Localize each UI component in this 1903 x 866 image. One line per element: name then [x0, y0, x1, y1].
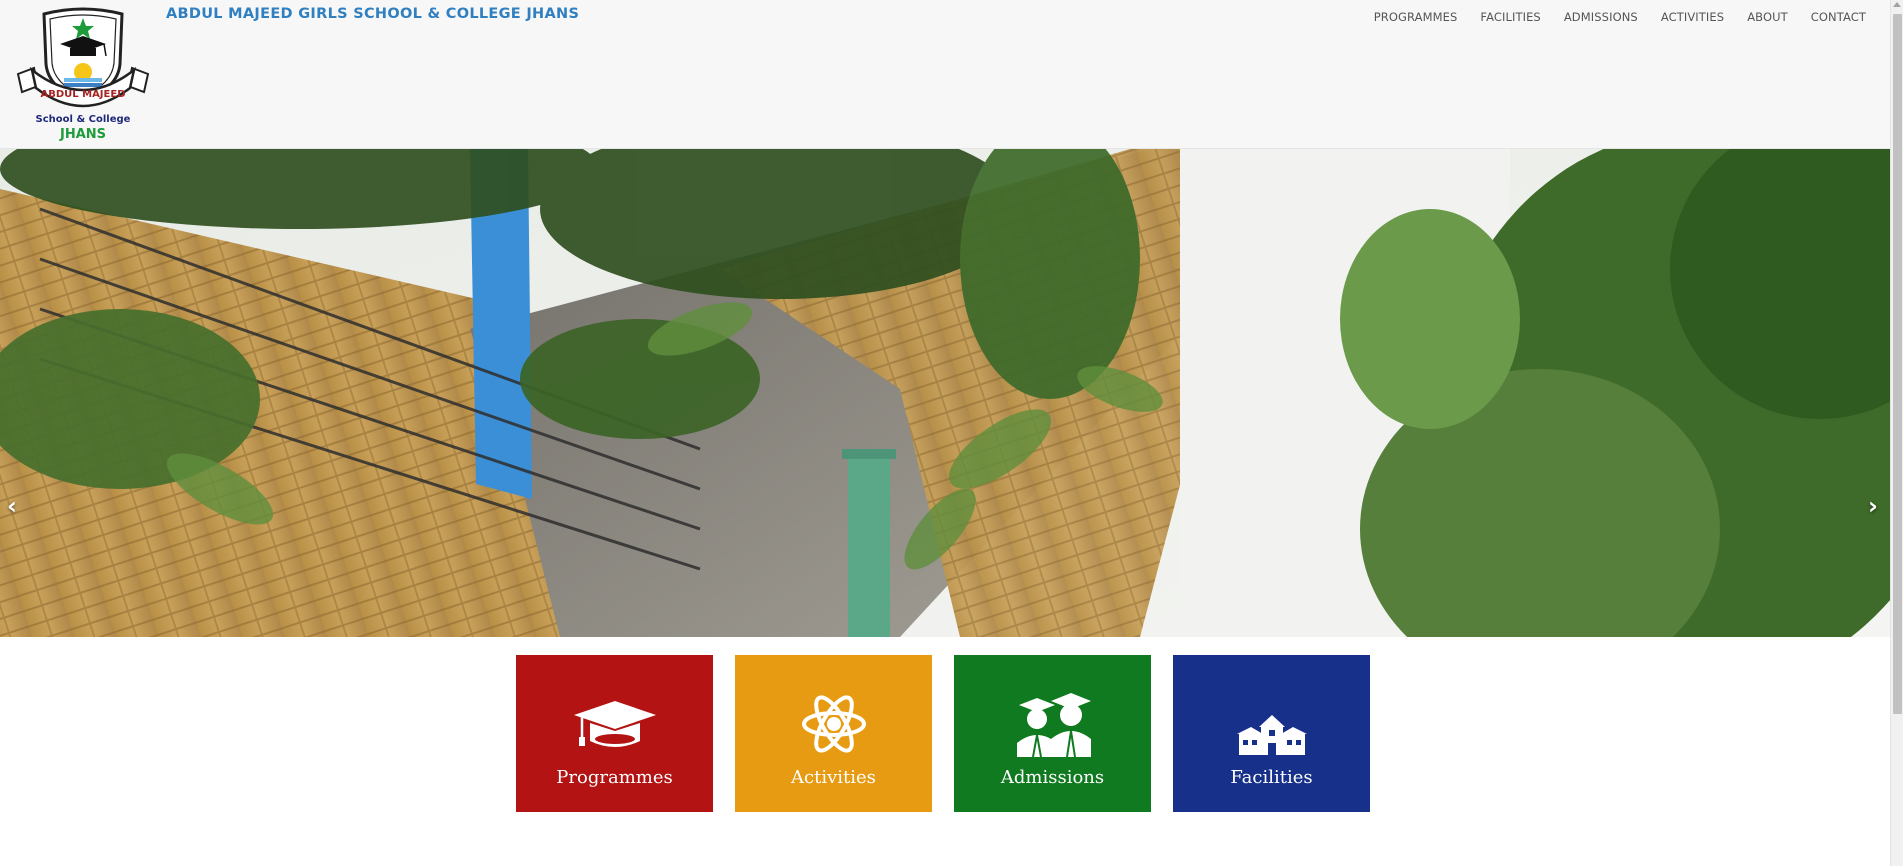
svg-text:ABDUL MAJEED: ABDUL MAJEED — [40, 89, 125, 100]
svg-text:JHANS: JHANS — [59, 127, 106, 142]
tile-label: Activities — [791, 767, 876, 788]
tile-label: Admissions — [1000, 767, 1105, 788]
nav-item-about[interactable]: ABOUT — [1747, 10, 1788, 24]
nav-item-contact[interactable]: CONTACT — [1811, 10, 1866, 24]
scroll-up-arrow-icon[interactable] — [1893, 2, 1901, 7]
tile-programmes[interactable]: Programmes — [516, 655, 713, 812]
tile-label: Programmes — [556, 767, 673, 788]
slide-image — [0, 149, 1890, 637]
main-nav: PROGRAMMES FACILITIES ADMISSIONS ACTIVIT… — [1374, 10, 1866, 24]
students-icon — [1016, 693, 1091, 757]
crest-icon: ABDUL MAJEED School & College JHANS — [16, 7, 150, 142]
school-building-icon — [1236, 715, 1307, 755]
tile-facilities[interactable]: Facilities — [1173, 655, 1370, 812]
hero-slider: ‹ › — [0, 149, 1890, 637]
tile-admissions[interactable]: Admissions — [954, 655, 1151, 812]
nav-item-facilities[interactable]: FACILITIES — [1480, 10, 1540, 24]
svg-text:School & College: School & College — [36, 114, 131, 125]
nav-item-programmes[interactable]: PROGRAMMES — [1374, 10, 1458, 24]
scroll-thumb[interactable] — [1893, 14, 1902, 714]
slider-prev-arrow[interactable]: ‹ — [7, 492, 17, 520]
tile-label: Facilities — [1230, 767, 1313, 788]
nav-item-activities[interactable]: ACTIVITIES — [1661, 10, 1724, 24]
slider-next-arrow[interactable]: › — [1868, 492, 1878, 520]
quick-links: Programmes Activities Admissions Facilit… — [516, 655, 1370, 812]
site-header: ABDUL MAJEED School & College JHANS ABDU… — [0, 0, 1890, 149]
nav-item-admissions[interactable]: ADMISSIONS — [1564, 10, 1638, 24]
site-title[interactable]: ABDUL MAJEED GIRLS SCHOOL & COLLEGE JHAN… — [166, 6, 579, 22]
page: ABDUL MAJEED School & College JHANS ABDU… — [0, 0, 1903, 866]
graduation-cap-icon — [573, 701, 656, 747]
atom-icon — [801, 695, 866, 753]
tile-activities[interactable]: Activities — [735, 655, 932, 812]
school-logo[interactable]: ABDUL MAJEED School & College JHANS — [14, 6, 152, 142]
page-scrollbar[interactable] — [1890, 0, 1903, 866]
